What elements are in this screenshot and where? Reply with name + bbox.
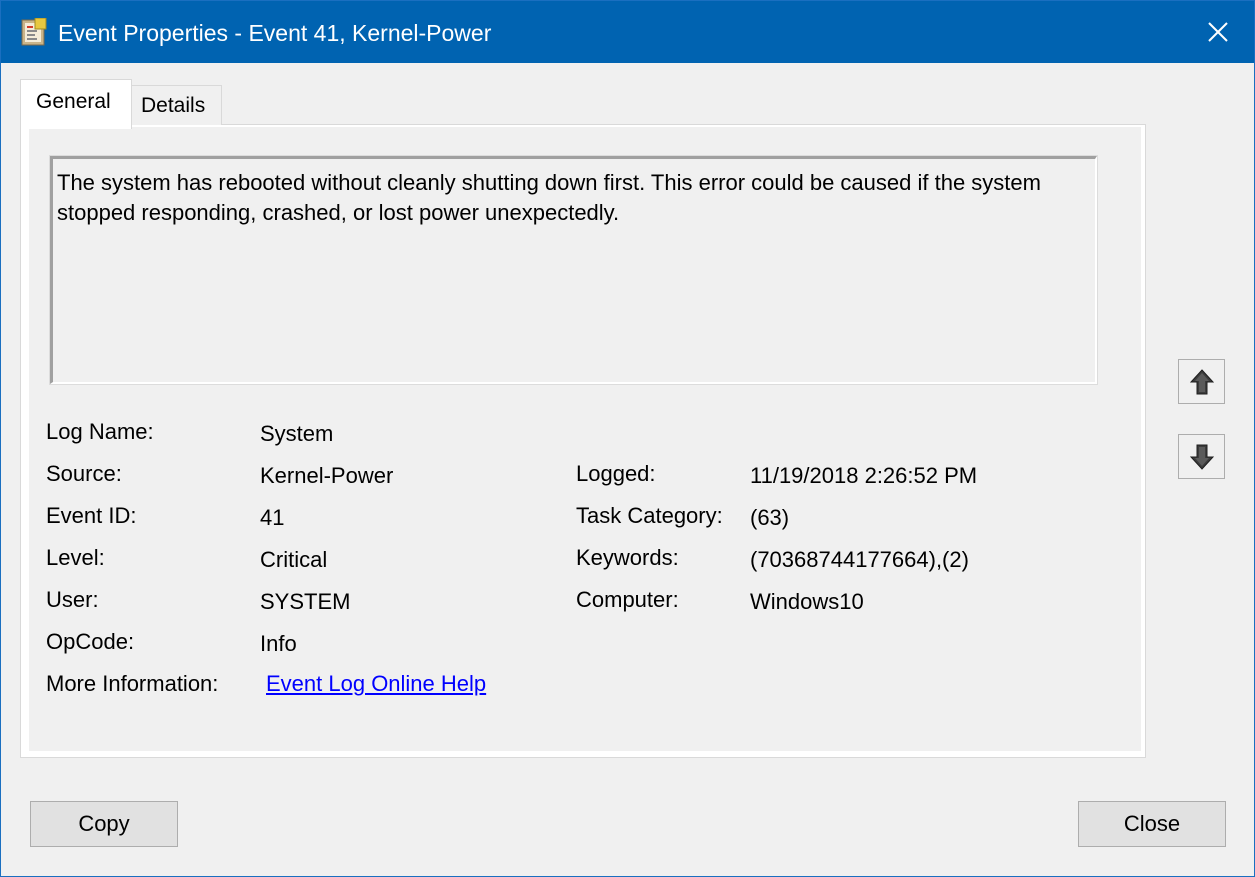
level-value: Critical bbox=[260, 547, 328, 572]
task-category-value: (63) bbox=[750, 505, 790, 530]
event-id-label: Event ID: bbox=[46, 503, 137, 528]
logged-value: 11/19/2018 2:26:52 PM bbox=[750, 463, 978, 488]
log-name-value: System bbox=[260, 421, 334, 446]
arrow-down-icon bbox=[1190, 444, 1214, 470]
title-bar: Event Properties - Event 41, Kernel-Powe… bbox=[1, 1, 1254, 63]
previous-event-button[interactable] bbox=[1178, 359, 1225, 404]
close-button[interactable]: Close bbox=[1078, 801, 1226, 847]
opcode-label: OpCode: bbox=[46, 629, 135, 654]
source-label: Source: bbox=[46, 461, 122, 486]
keywords-label: Keywords: bbox=[576, 545, 679, 570]
opcode-value: Info bbox=[260, 631, 297, 656]
logged-label: Logged: bbox=[576, 461, 656, 486]
more-information-label: More Information: bbox=[46, 671, 219, 696]
level-label: Level: bbox=[46, 545, 105, 570]
window-title: Event Properties - Event 41, Kernel-Powe… bbox=[58, 20, 492, 46]
source-value: Kernel-Power bbox=[260, 463, 394, 488]
event-viewer-icon bbox=[21, 17, 47, 46]
log-name-label: Log Name: bbox=[46, 419, 154, 444]
event-log-online-help-link[interactable]: Event Log Online Help bbox=[266, 670, 486, 698]
event-id-value: 41 bbox=[260, 505, 285, 530]
event-properties-window: Event Properties - Event 41, Kernel-Powe… bbox=[0, 0, 1255, 877]
copy-button[interactable]: Copy bbox=[30, 801, 178, 847]
window-close-button[interactable] bbox=[1193, 9, 1243, 55]
next-event-button[interactable] bbox=[1178, 434, 1225, 479]
close-icon bbox=[1208, 22, 1228, 42]
user-value: SYSTEM bbox=[260, 589, 351, 614]
arrow-up-icon bbox=[1190, 369, 1214, 395]
tab-details[interactable]: Details bbox=[131, 85, 222, 125]
computer-label: Computer: bbox=[576, 587, 679, 612]
task-category-label: Task Category: bbox=[576, 503, 723, 528]
computer-value: Windows10 bbox=[750, 589, 864, 614]
tab-general[interactable]: General bbox=[20, 79, 132, 129]
user-label: User: bbox=[46, 587, 99, 612]
event-description[interactable]: The system has rebooted without cleanly … bbox=[49, 155, 1098, 385]
keywords-value: (70368744177664),(2) bbox=[750, 547, 969, 572]
